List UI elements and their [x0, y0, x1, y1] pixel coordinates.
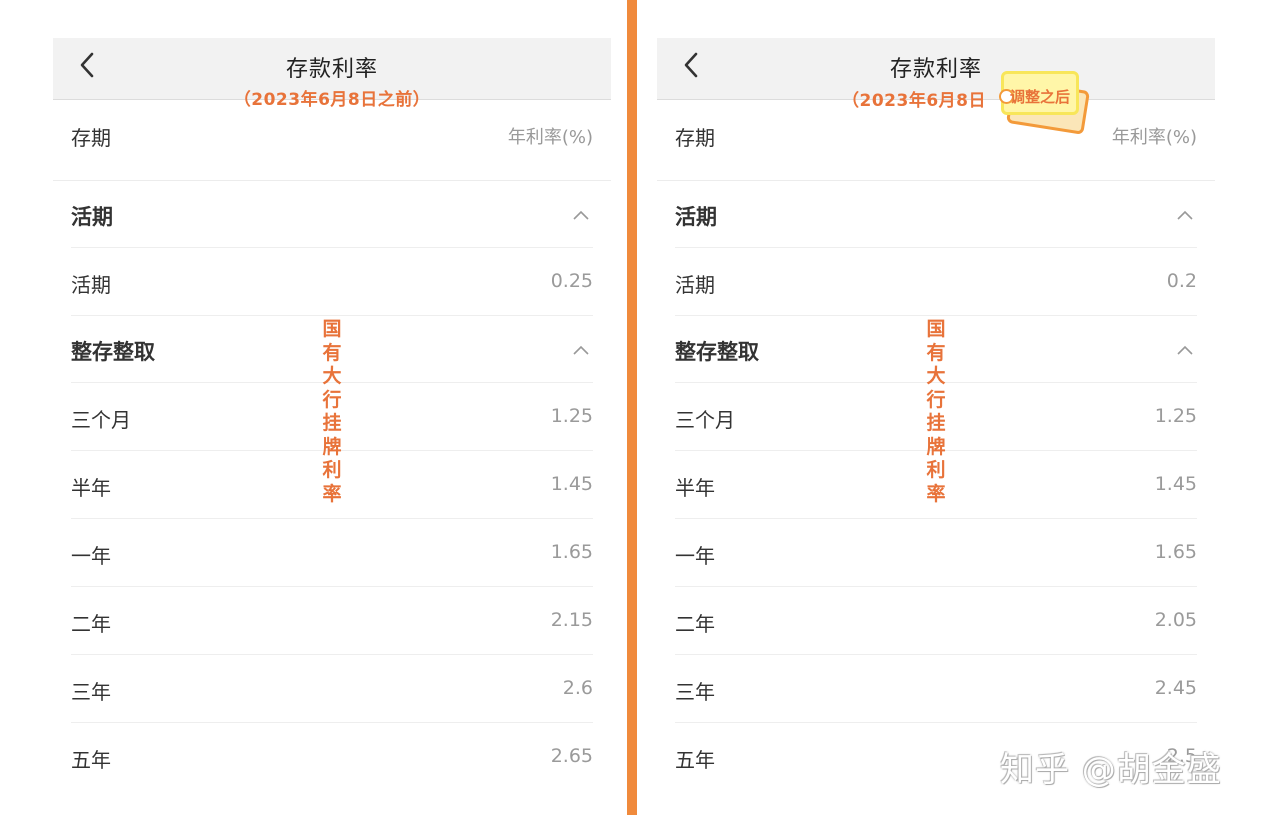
table-row: 活期 0.2	[675, 248, 1197, 316]
nav-bar: 存款利率 （2023年6月8日 调整之后	[657, 38, 1215, 135]
row-term: 二年	[675, 612, 715, 636]
section-demand-toggle[interactable]: 活期	[675, 181, 1197, 248]
watermark: 知乎 @胡金盛	[1000, 750, 1222, 790]
row-rate: 1.25	[550, 405, 593, 427]
row-rate: 2.6	[562, 677, 593, 699]
panel-divider	[627, 0, 637, 815]
term-header: 存期	[71, 126, 111, 150]
row-term: 半年	[71, 476, 111, 500]
row-rate: 2.45	[1154, 677, 1197, 699]
side-annotation: 国有大行挂牌利率	[322, 318, 342, 505]
table-row: 二年 2.05	[675, 587, 1197, 655]
nav-bar: 存款利率 （2023年6月8日之前）	[53, 38, 611, 110]
term-header: 存期	[675, 126, 715, 150]
row-term: 三个月	[675, 408, 735, 432]
row-term: 一年	[675, 544, 715, 568]
row-term: 活期	[675, 273, 715, 297]
row-rate: 0.25	[550, 270, 593, 292]
table-row: 一年 1.65	[71, 519, 593, 587]
row-rate: 1.65	[1154, 541, 1197, 563]
table-row: 三年 2.45	[675, 655, 1197, 723]
page-title: 存款利率	[285, 57, 378, 82]
table-row: 三年 2.6	[71, 655, 593, 723]
rate-header: 年利率(%)	[507, 127, 593, 148]
table-row: 五年 2.65	[71, 723, 593, 790]
side-annotation: 国有大行挂牌利率	[926, 318, 946, 505]
rates-panel-after: 存款利率 （2023年6月8日 调整之后 存期 年利率(%) 活期 活期 0.2…	[657, 38, 1215, 815]
row-rate: 2.05	[1154, 609, 1197, 631]
row-term: 三年	[71, 680, 111, 704]
row-rate: 1.45	[1154, 473, 1197, 495]
row-term: 三年	[675, 680, 715, 704]
chevron-up-icon	[1177, 210, 1193, 220]
row-term: 一年	[71, 544, 111, 568]
section-title: 整存整取	[675, 340, 759, 364]
row-rate: 1.65	[550, 541, 593, 563]
section-demand-toggle[interactable]: 活期	[71, 181, 593, 248]
row-term: 活期	[71, 273, 111, 297]
chevron-up-icon	[573, 345, 589, 355]
row-term: 五年	[71, 748, 111, 772]
row-rate: 0.2	[1166, 270, 1197, 292]
page-title: 存款利率	[889, 57, 982, 82]
section-title: 活期	[675, 205, 717, 229]
row-rate: 1.25	[1154, 405, 1197, 427]
table-header: 存期 年利率(%)	[657, 100, 1215, 181]
row-rate: 1.45	[550, 473, 593, 495]
table-row: 一年 1.65	[675, 519, 1197, 587]
chevron-up-icon	[573, 210, 589, 220]
table-row: 活期 0.25	[71, 248, 593, 316]
chevron-up-icon	[1177, 345, 1193, 355]
section-title: 整存整取	[71, 340, 155, 364]
row-rate: 2.65	[550, 745, 593, 767]
rate-header: 年利率(%)	[1111, 127, 1197, 148]
section-title: 活期	[71, 205, 113, 229]
table-header: 存期 年利率(%)	[53, 100, 611, 181]
rates-panel-before: 存款利率 （2023年6月8日之前） 存期 年利率(%) 活期 活期 0.25 …	[53, 38, 611, 815]
table-row: 二年 2.15	[71, 587, 593, 655]
row-term: 五年	[675, 748, 715, 772]
row-rate: 2.15	[550, 609, 593, 631]
row-term: 三个月	[71, 408, 131, 432]
row-term: 半年	[675, 476, 715, 500]
row-term: 二年	[71, 612, 111, 636]
